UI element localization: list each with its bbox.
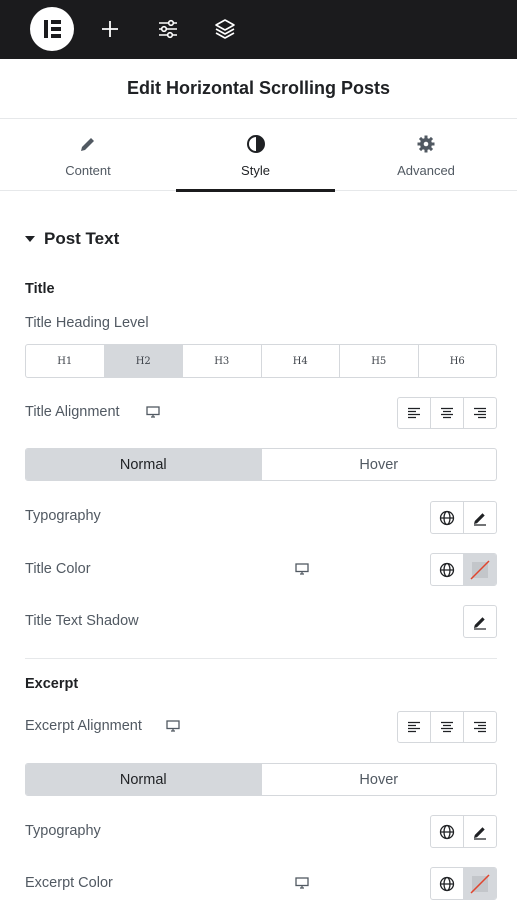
- desktop-icon[interactable]: [295, 563, 309, 575]
- tab-style-label: Style: [241, 163, 270, 178]
- pencil-icon: [474, 616, 486, 630]
- align-left-icon: [408, 721, 420, 733]
- title-text-shadow-label: Title Text Shadow: [25, 613, 139, 629]
- heading-level-h5-button[interactable]: H5: [340, 345, 419, 377]
- align-right-icon: [474, 721, 486, 733]
- section-post-text-toggle[interactable]: Post Text: [25, 229, 119, 249]
- title-color-control: [430, 553, 497, 586]
- excerpt-color-swatch[interactable]: [464, 868, 496, 899]
- title-typography-control: [430, 501, 497, 534]
- title-color-swatch[interactable]: [464, 554, 496, 585]
- excerpt-alignment-label: Excerpt Alignment: [25, 718, 142, 734]
- align-center-button[interactable]: [431, 712, 464, 742]
- excerpt-typography-control: [430, 815, 497, 848]
- tab-advanced-label: Advanced: [397, 163, 455, 178]
- pencil-icon: [474, 512, 486, 526]
- heading-level-h2-button[interactable]: H2: [104, 345, 183, 377]
- title-heading-level-label: Title Heading Level: [25, 315, 149, 331]
- edit-typography-button[interactable]: [464, 502, 496, 533]
- globe-icon: [439, 562, 455, 577]
- gear-icon: [417, 135, 435, 153]
- globe-icon: [439, 824, 455, 839]
- globe-icon: [439, 876, 455, 891]
- tab-content-label: Content: [65, 163, 111, 178]
- title-normal-tab[interactable]: Normal: [26, 449, 262, 480]
- global-color-button[interactable]: [431, 554, 464, 585]
- section-divider: [25, 658, 497, 659]
- section-title: Post Text: [44, 229, 120, 248]
- desktop-icon[interactable]: [146, 406, 160, 418]
- elementor-logo[interactable]: [30, 7, 74, 51]
- caret-down-icon: [25, 236, 35, 242]
- pencil-icon: [81, 138, 94, 151]
- plus-icon[interactable]: [97, 16, 123, 42]
- excerpt-heading: Excerpt: [25, 676, 79, 692]
- tab-content[interactable]: Content: [0, 119, 176, 191]
- excerpt-color-control: [430, 867, 497, 900]
- tab-advanced[interactable]: Advanced: [335, 119, 517, 191]
- heading-level-h6-button[interactable]: H6: [419, 345, 497, 377]
- align-right-button[interactable]: [464, 712, 496, 742]
- excerpt-typography-label: Typography: [25, 823, 101, 839]
- contrast-icon: [246, 135, 265, 153]
- heading-level-selector: H1 H2 H3 H4 H5 H6: [25, 344, 497, 378]
- excerpt-color-label: Excerpt Color: [25, 875, 113, 891]
- align-center-icon: [441, 407, 453, 419]
- excerpt-hover-tab[interactable]: Hover: [262, 764, 497, 795]
- title-hover-tab[interactable]: Hover: [262, 449, 497, 480]
- align-left-icon: [408, 407, 420, 419]
- heading-level-h3-button[interactable]: H3: [183, 345, 262, 377]
- globe-icon: [439, 510, 455, 525]
- tab-style[interactable]: Style: [176, 119, 335, 192]
- excerpt-state-toggle: Normal Hover: [25, 763, 497, 796]
- sliders-icon[interactable]: [155, 16, 181, 42]
- panel-header: Edit Horizontal Scrolling Posts: [0, 59, 517, 119]
- excerpt-alignment-control: [397, 711, 497, 743]
- title-color-label: Title Color: [25, 561, 91, 577]
- panel-tabs: Content Style Advanced: [0, 119, 517, 192]
- title-heading: Title: [25, 281, 55, 297]
- heading-level-h1-button[interactable]: H1: [26, 345, 105, 377]
- title-alignment-label: Title Alignment: [25, 404, 120, 420]
- align-right-button[interactable]: [464, 398, 496, 428]
- layers-icon[interactable]: [212, 16, 238, 42]
- desktop-icon[interactable]: [166, 720, 180, 732]
- title-alignment-control: [397, 397, 497, 429]
- title-state-toggle: Normal Hover: [25, 448, 497, 481]
- desktop-icon[interactable]: [295, 877, 309, 889]
- global-color-button[interactable]: [431, 868, 464, 899]
- no-color-icon: [470, 559, 490, 580]
- top-bar: [0, 0, 517, 59]
- align-center-button[interactable]: [431, 398, 464, 428]
- edit-typography-button[interactable]: [464, 816, 496, 847]
- heading-level-h4-button[interactable]: H4: [262, 345, 340, 377]
- pencil-icon: [474, 826, 486, 840]
- align-left-button[interactable]: [398, 712, 431, 742]
- title-typography-label: Typography: [25, 508, 101, 524]
- excerpt-normal-tab[interactable]: Normal: [26, 764, 262, 795]
- no-color-icon: [470, 873, 490, 894]
- align-right-icon: [474, 407, 486, 419]
- edit-text-shadow-button[interactable]: [463, 605, 497, 638]
- global-typography-button[interactable]: [431, 502, 464, 533]
- align-left-button[interactable]: [398, 398, 431, 428]
- global-typography-button[interactable]: [431, 816, 464, 847]
- align-center-icon: [441, 721, 453, 733]
- panel-title: Edit Horizontal Scrolling Posts: [126, 78, 391, 98]
